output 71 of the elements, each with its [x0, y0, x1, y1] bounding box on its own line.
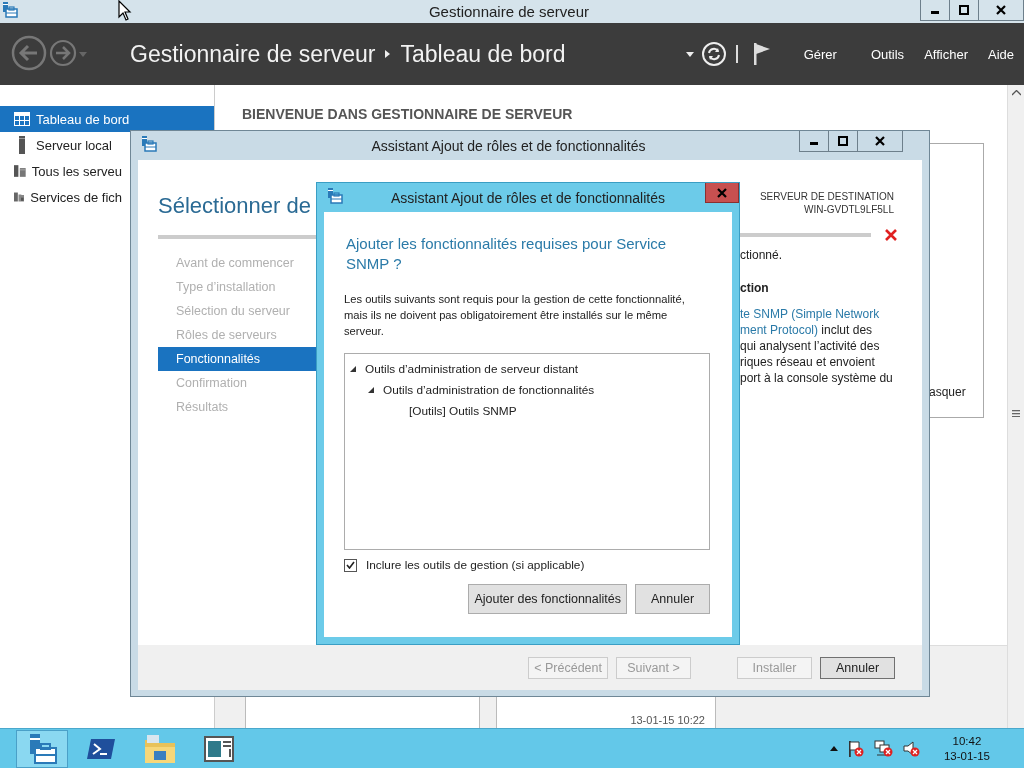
dialog-title: Assistant Ajout de rôles et de fonctionnalités	[391, 189, 665, 206]
checkbox[interactable]	[344, 558, 357, 572]
menu-item[interactable]: Aide	[977, 46, 1024, 62]
refresh-icon[interactable]	[701, 42, 726, 66]
dropdown-caret-icon[interactable]	[685, 51, 694, 57]
check-icon	[346, 561, 355, 569]
terminal-icon	[86, 736, 116, 761]
tree-item[interactable]: Outils d’administration de fonctionnalités	[383, 382, 595, 397]
folder-icon	[144, 733, 176, 764]
close-icon	[875, 136, 885, 146]
flag-error-icon[interactable]	[846, 739, 865, 758]
dialog-button[interactable]: Annuler	[635, 584, 710, 614]
expanded-arrow-icon[interactable]	[368, 386, 374, 393]
menu-item[interactable]: Afficher	[914, 46, 978, 62]
window-title: Gestionnaire de serveur	[428, 3, 590, 20]
maximize-icon	[959, 5, 969, 15]
expanded-arrow-icon[interactable]	[350, 365, 356, 372]
server-manager-icon	[327, 187, 343, 204]
minimize-button[interactable]	[920, 0, 950, 21]
destination-label: SERVEUR DE DESTINATION	[758, 190, 894, 203]
description-heading: ction	[740, 280, 770, 296]
dialog-button[interactable]: Ajouter des fonctionnalités	[468, 584, 627, 614]
menu-item[interactable]: Outils	[860, 46, 915, 62]
scrollbar[interactable]	[1007, 85, 1024, 728]
menu-item[interactable]: Gérer	[793, 46, 847, 62]
breadcrumb-arrow-icon	[385, 50, 391, 58]
grid-icon	[14, 112, 30, 126]
page-title: Sélectionner de	[158, 192, 312, 219]
status-text: ctionné.	[740, 248, 783, 262]
link[interactable]: te SNMP (Simple Network	[740, 307, 880, 321]
mouse-cursor-icon	[118, 0, 132, 21]
speaker-muted-icon[interactable]	[902, 739, 921, 758]
close-icon	[996, 5, 1006, 15]
server-manager-icon	[2, 1, 18, 18]
section-heading: BIENVENUE DANS GESTIONNAIRE DE SERVEUR	[242, 106, 573, 122]
window-title: Assistant Ajout de rôles et de fonctionnalités	[371, 137, 646, 154]
scroll-up-icon	[1011, 90, 1021, 96]
dialog-message: Les outils suivants sont requis pour la gestion de cette fonctionnalité, mais ils ne doivent pas obligatoirement être installés sur le même serveur.	[344, 292, 686, 339]
server-manager-icon	[27, 733, 57, 764]
close-icon	[717, 187, 727, 198]
tree-item[interactable]: [Outils] Outils SNMP	[409, 403, 517, 418]
grip-icon	[1012, 410, 1020, 417]
window-icon	[204, 735, 234, 762]
wizard-button[interactable]: Annuler	[820, 656, 895, 679]
close-button[interactable]	[857, 131, 903, 152]
tile-text: asquer	[929, 385, 966, 399]
timestamp: 13-01-15 10:22	[630, 714, 705, 726]
destination-server: WIN-GVDTL9LF5LL	[802, 203, 894, 216]
breadcrumb-item[interactable]: Tableau de bord	[400, 40, 566, 68]
server-manager-icon	[141, 135, 157, 152]
flag-icon[interactable]	[753, 43, 770, 65]
show-hidden-icons-icon[interactable]	[829, 746, 838, 751]
servers-icon	[14, 163, 26, 179]
sidebar-item[interactable]: Tableau de bord	[0, 106, 214, 132]
wizard-step[interactable]: Fonctionnalités	[158, 347, 316, 371]
sidebar-item[interactable]: Services de fich	[0, 184, 128, 210]
description-text: te SNMP (Simple Network ment Protocol) inclut des qui analysent l’activité des riques réseau et envoient port à la console système du	[740, 306, 894, 386]
breadcrumb-item[interactable]: Gestionnaire de serveur	[130, 40, 376, 68]
network-error-icon[interactable]	[873, 739, 894, 758]
sidebar-item[interactable]: Tous les serveu	[0, 158, 128, 184]
tree-item[interactable]: Outils d’administration de serveur distant	[365, 361, 579, 376]
taskbar-app[interactable]	[16, 729, 68, 768]
checkbox-label[interactable]: Inclure les outils de gestion (si applicable)	[366, 558, 585, 572]
dialog-heading: Ajouter les fonctionnalités requises pour Service SNMP ?	[345, 234, 668, 274]
minimize-button[interactable]	[799, 131, 829, 152]
close-button[interactable]	[978, 0, 1024, 21]
error-icon	[885, 229, 897, 241]
maximize-icon	[838, 136, 848, 146]
clock[interactable]: 10:42 13-01-15	[943, 733, 990, 764]
sidebar-item[interactable]: Serveur local	[0, 132, 128, 158]
link[interactable]: ment Protocol)	[740, 323, 819, 337]
